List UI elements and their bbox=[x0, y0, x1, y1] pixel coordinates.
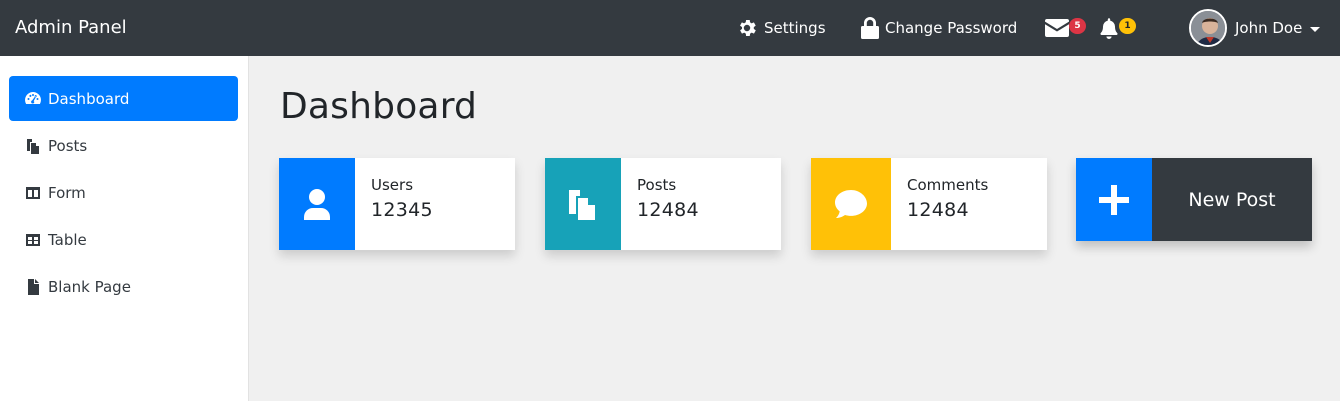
card-icon-box bbox=[545, 158, 621, 250]
top-navbar: Admin Panel Settings Change Password 5 1 bbox=[0, 0, 1340, 56]
card-icon-box bbox=[279, 158, 355, 250]
sidebar-item-label: Form bbox=[48, 183, 86, 202]
copy-icon bbox=[27, 138, 39, 154]
gear-icon bbox=[740, 20, 756, 36]
messages-button[interactable] bbox=[1045, 0, 1069, 56]
columns-icon bbox=[26, 186, 40, 199]
card-value: 12484 bbox=[907, 199, 969, 221]
sidebar-item-label: Table bbox=[48, 230, 87, 249]
new-post-label: New Post bbox=[1152, 158, 1312, 241]
bell-icon bbox=[1100, 18, 1118, 39]
messages-count-badge: 5 bbox=[1069, 18, 1086, 34]
notifications-count-badge: 1 bbox=[1119, 18, 1136, 34]
file-icon bbox=[28, 278, 39, 295]
card-label: Comments bbox=[907, 176, 989, 194]
sidebar-item-posts[interactable]: Posts bbox=[9, 123, 238, 168]
sidebar-item-dashboard[interactable]: Dashboard bbox=[9, 76, 238, 121]
posts-stat-card[interactable]: Posts 12484 bbox=[545, 158, 781, 250]
user-icon bbox=[304, 189, 330, 220]
card-label: Users bbox=[371, 176, 414, 194]
users-stat-card[interactable]: Users 12345 bbox=[279, 158, 515, 250]
new-post-button[interactable]: New Post bbox=[1076, 158, 1312, 241]
settings-label: Settings bbox=[764, 19, 826, 37]
comments-stat-card[interactable]: Comments 12484 bbox=[811, 158, 1047, 250]
table-icon bbox=[26, 233, 40, 246]
sidebar-item-label: Posts bbox=[48, 136, 88, 155]
page-title: Dashboard bbox=[280, 86, 478, 127]
envelope-icon bbox=[1045, 19, 1069, 37]
brand-title[interactable]: Admin Panel bbox=[15, 0, 127, 56]
settings-link[interactable]: Settings bbox=[736, 0, 826, 56]
sidebar-item-label: Blank Page bbox=[48, 277, 131, 296]
sidebar-item-form[interactable]: Form bbox=[9, 170, 238, 215]
copy-icon bbox=[569, 190, 595, 220]
new-post-icon-box bbox=[1076, 158, 1152, 241]
comment-icon bbox=[835, 190, 867, 218]
card-label: Posts bbox=[637, 176, 677, 194]
lock-icon bbox=[861, 17, 879, 39]
sidebar-item-table[interactable]: Table bbox=[9, 217, 238, 262]
change-password-link[interactable]: Change Password bbox=[861, 0, 1017, 56]
card-value: 12345 bbox=[371, 199, 433, 221]
user-name: John Doe bbox=[1235, 19, 1303, 37]
notifications-button[interactable] bbox=[1099, 0, 1119, 56]
plus-icon bbox=[1099, 184, 1129, 215]
card-icon-box bbox=[811, 158, 891, 250]
sidebar-item-label: Dashboard bbox=[48, 89, 130, 108]
change-password-label: Change Password bbox=[885, 19, 1018, 37]
caret-down-icon bbox=[1310, 26, 1321, 32]
avatar bbox=[1189, 9, 1227, 47]
user-menu-toggle[interactable]: John Doe bbox=[1189, 0, 1321, 56]
card-value: 12484 bbox=[637, 199, 699, 221]
sidebar: Dashboard Posts Form Table Blank Page bbox=[0, 56, 249, 401]
tachometer-icon bbox=[25, 91, 41, 104]
sidebar-item-blank-page[interactable]: Blank Page bbox=[9, 264, 238, 309]
